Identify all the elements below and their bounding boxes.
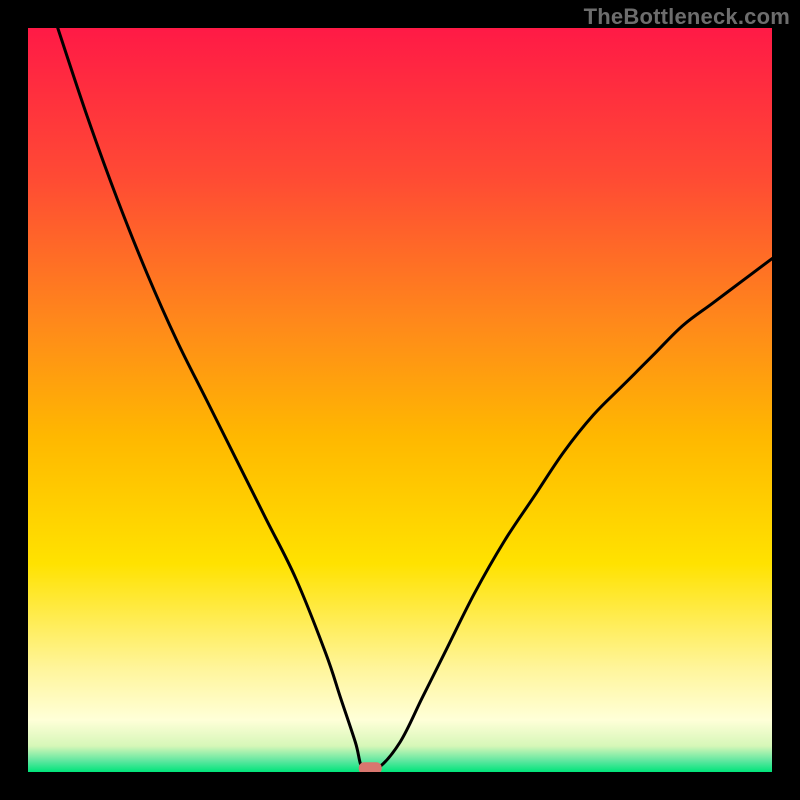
optimal-point-marker	[359, 763, 381, 772]
plot-area	[28, 28, 772, 772]
bottleneck-chart	[28, 28, 772, 772]
watermark-text: TheBottleneck.com	[584, 4, 790, 30]
chart-frame: TheBottleneck.com	[0, 0, 800, 800]
gradient-background	[28, 28, 772, 772]
